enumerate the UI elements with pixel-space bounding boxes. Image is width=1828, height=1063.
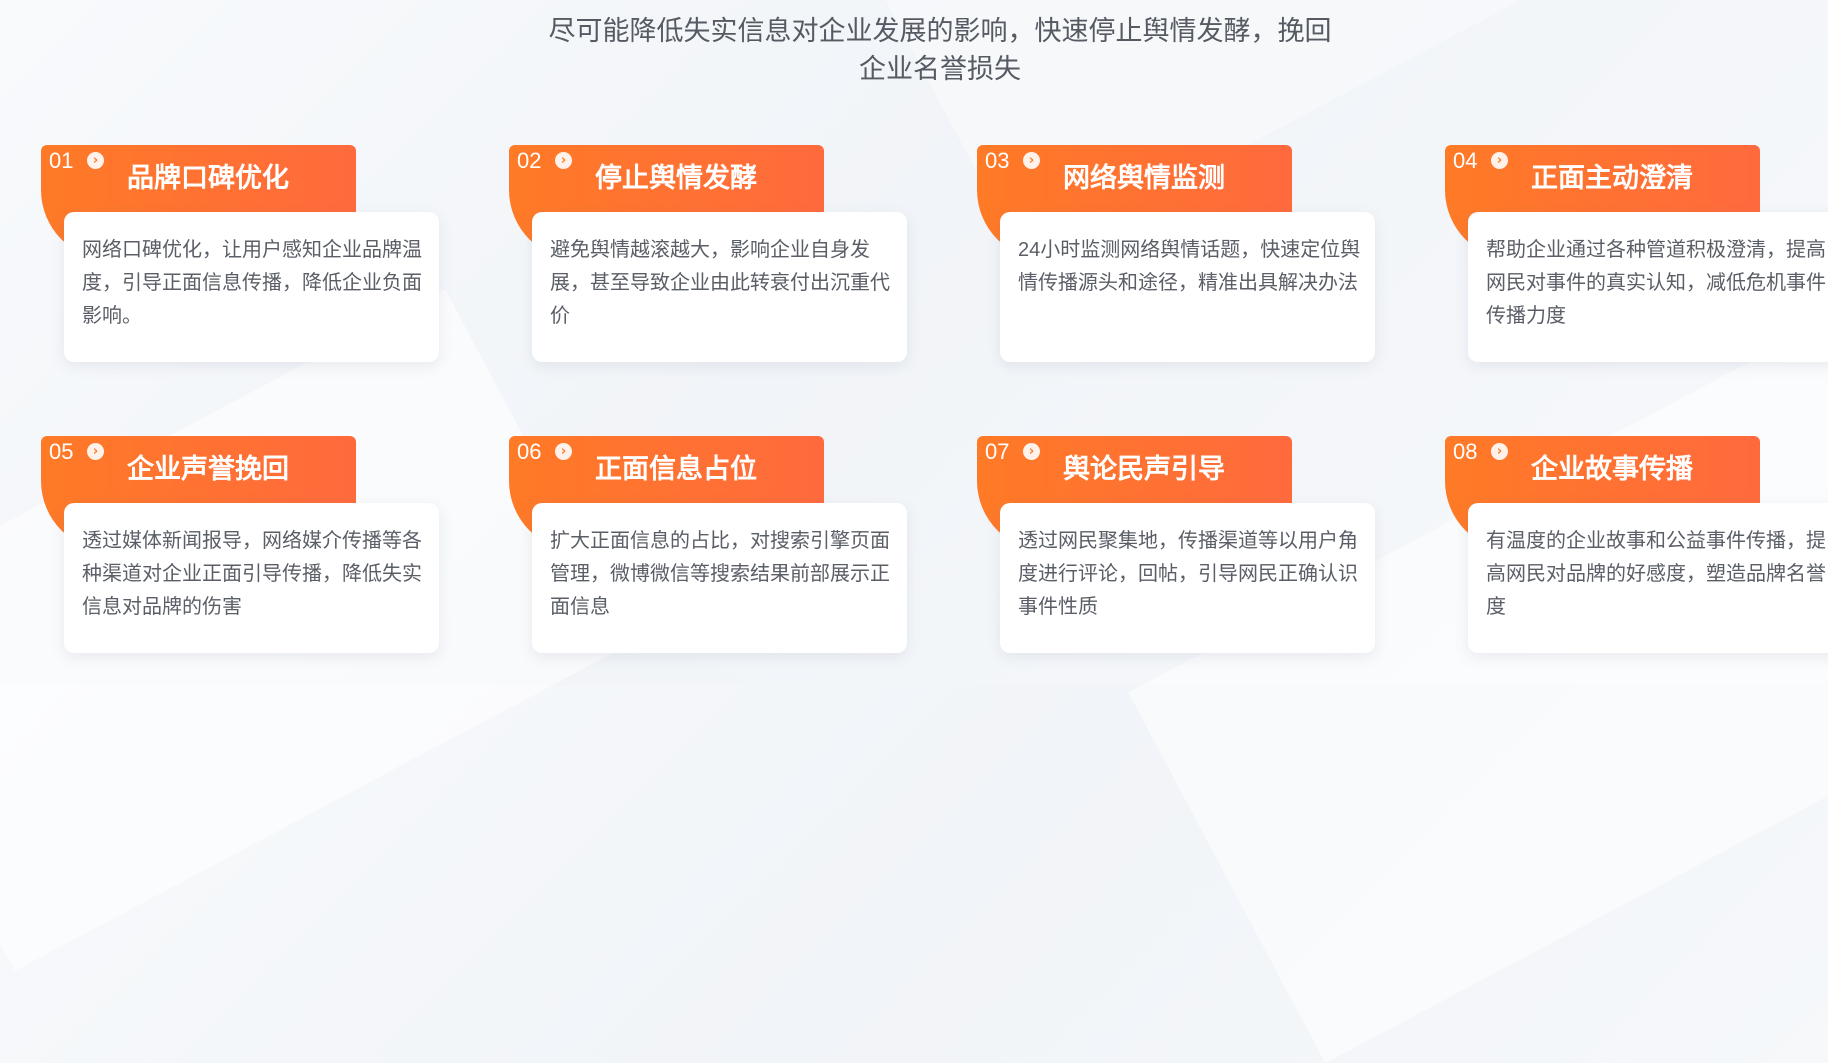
chevron-right-circle-icon: › [87, 152, 104, 169]
card-title: 舆论民声引导 [1063, 454, 1225, 484]
card-description-box: 帮助企业通过各种管道积极澄清，提高网民对事件的真实认知，减低危机事件传播力度 [1468, 212, 1828, 362]
card-title: 品牌口碑优化 [127, 163, 289, 193]
card-description: 避免舆情越滚越大，影响企业自身发展，甚至导致企业由此转衰付出沉重代价 [550, 239, 890, 327]
chevron-right-circle-icon: › [1023, 443, 1040, 460]
chevron-right-circle-icon: › [555, 443, 572, 460]
card-number: 01 [49, 148, 74, 173]
service-card-clarification[interactable]: 04 › 正面主动澄清 帮助企业通过各种管道积极澄清，提高网民对事件的真实认知，… [1445, 145, 1828, 363]
card-number: 07 [985, 439, 1010, 464]
card-description-box: 透过媒体新闻报导，网络媒介传播等各种渠道对企业正面引导传播，降低失实信息对品牌的… [64, 503, 439, 653]
card-description-box: 避免舆情越滚越大，影响企业自身发展，甚至导致企业由此转衰付出沉重代价 [532, 212, 907, 362]
card-description: 透过媒体新闻报导，网络媒介传播等各种渠道对企业正面引导传播，降低失实信息对品牌的… [82, 530, 422, 618]
service-card-monitoring[interactable]: 03 › 网络舆情监测 24小时监测网络舆情话题，快速定位舆情传播源头和途径，精… [977, 145, 1377, 363]
background-shape [1128, 316, 1828, 1063]
service-card-opinion-guidance[interactable]: 07 › 舆论民声引导 透过网民聚集地，传播渠道等以用户角度进行评论，回帖，引导… [977, 436, 1377, 654]
card-number: 02 [517, 148, 542, 173]
card-description: 扩大正面信息的占比，对搜索引擎页面管理，微博微信等搜索结果前部展示正面信息 [550, 530, 890, 618]
card-description: 网络口碑优化，让用户感知企业品牌温度，引导正面信息传播，降低企业负面影响。 [82, 239, 422, 327]
card-description: 透过网民聚集地，传播渠道等以用户角度进行评论，回帖，引导网民正确认识事件性质 [1018, 530, 1358, 618]
card-description: 24小时监测网络舆情话题，快速定位舆情传播源头和途径，精准出具解决办法 [1018, 239, 1361, 294]
card-number: 05 [49, 439, 74, 464]
service-card-story-spreading[interactable]: 08 › 企业故事传播 有温度的企业故事和公益事件传播，提高网民对品牌的好感度，… [1445, 436, 1828, 654]
chevron-right-circle-icon: › [1491, 152, 1508, 169]
service-card-stop-fermentation[interactable]: 02 › 停止舆情发酵 避免舆情越滚越大，影响企业自身发展，甚至导致企业由此转衰… [509, 145, 909, 363]
card-title: 正面信息占位 [595, 454, 757, 484]
card-title: 企业声誉挽回 [127, 454, 289, 484]
card-description-box: 透过网民聚集地，传播渠道等以用户角度进行评论，回帖，引导网民正确认识事件性质 [1000, 503, 1375, 653]
card-number: 08 [1453, 439, 1478, 464]
card-description: 帮助企业通过各种管道积极澄清，提高网民对事件的真实认知，减低危机事件传播力度 [1486, 239, 1826, 327]
card-number: 06 [517, 439, 542, 464]
card-description: 有温度的企业故事和公益事件传播，提高网民对品牌的好感度，塑造品牌名誉度 [1486, 530, 1826, 618]
chevron-right-circle-icon: › [1023, 152, 1040, 169]
chevron-right-circle-icon: › [555, 152, 572, 169]
card-description-box: 24小时监测网络舆情话题，快速定位舆情传播源头和途径，精准出具解决办法 [1000, 212, 1375, 362]
section-subtitle: 尽可能降低失实信息对企业发展的影响，快速停止舆情发酵，挽回企业名誉损失 [548, 16, 1332, 84]
card-title: 停止舆情发酵 [595, 163, 757, 193]
card-description-box: 网络口碑优化，让用户感知企业品牌温度，引导正面信息传播，降低企业负面影响。 [64, 212, 439, 362]
chevron-right-circle-icon: › [1491, 443, 1508, 460]
card-title: 正面主动澄清 [1531, 163, 1693, 193]
service-card-positive-placement[interactable]: 06 › 正面信息占位 扩大正面信息的占比，对搜索引擎页面管理，微博微信等搜索结… [509, 436, 909, 654]
card-number: 03 [985, 148, 1010, 173]
chevron-right-circle-icon: › [87, 443, 104, 460]
card-description-box: 有温度的企业故事和公益事件传播，提高网民对品牌的好感度，塑造品牌名誉度 [1468, 503, 1828, 653]
service-card-brand-reputation[interactable]: 01 › 品牌口碑优化 网络口碑优化，让用户感知企业品牌温度，引导正面信息传播，… [41, 145, 441, 363]
card-description-box: 扩大正面信息的占比，对搜索引擎页面管理，微博微信等搜索结果前部展示正面信息 [532, 503, 907, 653]
service-card-reputation-recovery[interactable]: 05 › 企业声誉挽回 透过媒体新闻报导，网络媒介传播等各种渠道对企业正面引导传… [41, 436, 441, 654]
card-title: 网络舆情监测 [1063, 163, 1225, 193]
card-number: 04 [1453, 148, 1478, 173]
card-title: 企业故事传播 [1531, 454, 1693, 484]
